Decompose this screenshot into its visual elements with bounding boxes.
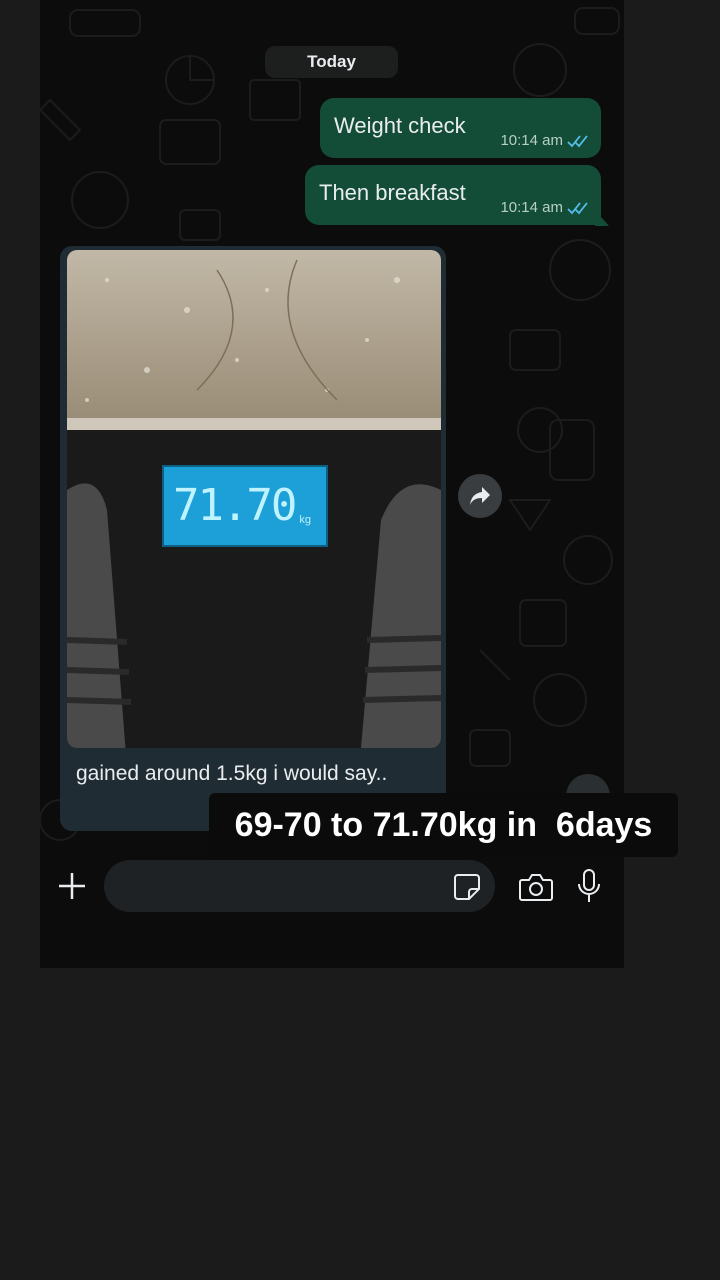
message-meta: 10:14 am (500, 132, 589, 149)
forward-arrow-icon (470, 487, 490, 505)
message-time: 10:14 am (500, 132, 563, 149)
scale-unit: kg (299, 514, 312, 526)
message-text: Then breakfast (319, 180, 466, 205)
message-time: 10:14 am (500, 199, 563, 216)
incoming-image-message[interactable]: 71.70 kg gained around 1.5kg i would say… (60, 246, 446, 831)
camera-icon[interactable] (518, 872, 554, 902)
double-check-icon (567, 201, 588, 214)
composer-bar (40, 850, 624, 968)
message-caption: gained around 1.5kg i would say.. (76, 762, 388, 785)
scale-display: 71.70 kg (167, 474, 317, 536)
message-meta: 10:14 am (500, 199, 589, 216)
outgoing-message[interactable]: Then breakfast 10:14 am (305, 165, 601, 225)
story-text-overlay: 69-70 to 71.70kg in 6days (209, 793, 678, 857)
scale-photo[interactable]: 71.70 kg (67, 250, 441, 748)
date-separator: Today (265, 46, 398, 78)
forward-button[interactable] (458, 474, 502, 518)
plus-icon[interactable] (56, 870, 88, 902)
microphone-icon[interactable] (576, 868, 602, 904)
double-check-icon (567, 134, 588, 147)
message-input[interactable] (104, 860, 495, 912)
sticker-icon[interactable] (452, 872, 482, 902)
outgoing-message[interactable]: Weight check 10:14 am (320, 98, 601, 158)
bubble-tail (595, 210, 609, 226)
message-text: Weight check (334, 113, 466, 138)
scale-reading: 71.70 (172, 479, 297, 531)
